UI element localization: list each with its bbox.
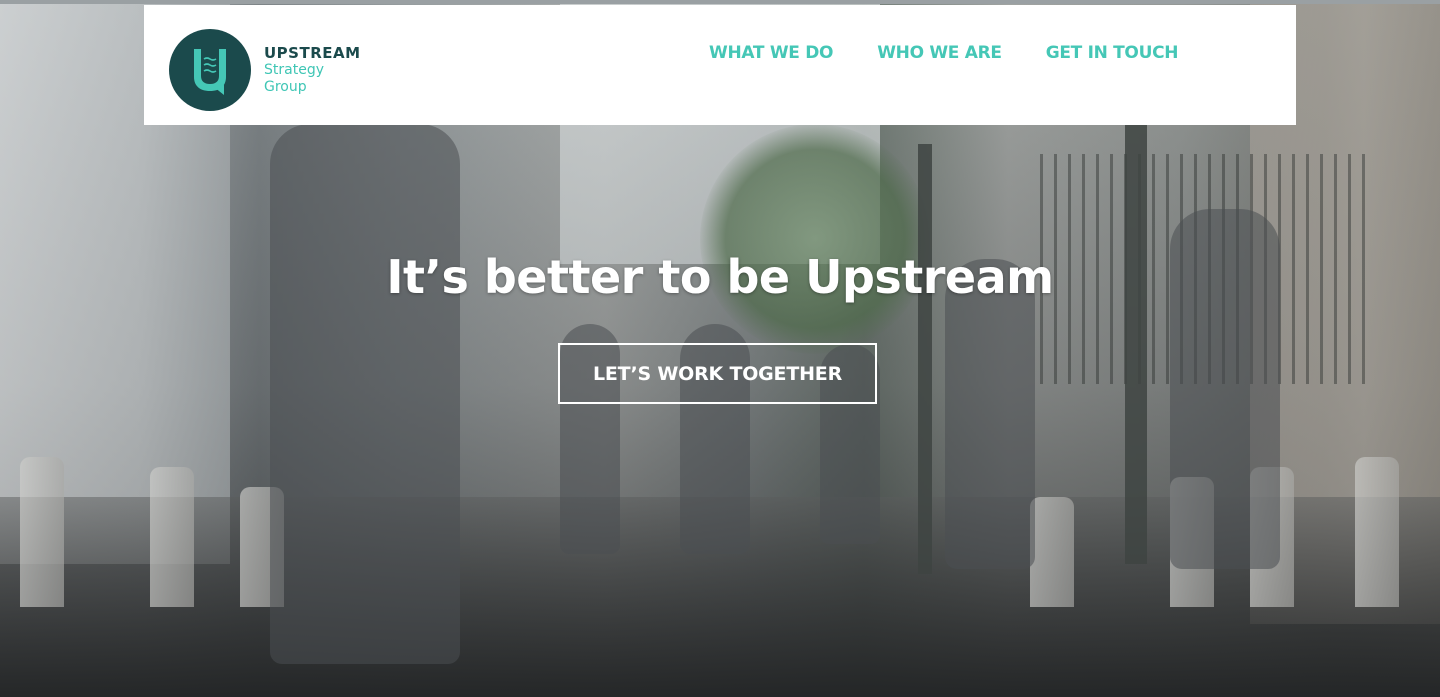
hero-photo-bollard — [20, 457, 64, 607]
work-together-button[interactable]: LET’S WORK TOGETHER — [558, 343, 877, 404]
hero-photo-person — [945, 259, 1035, 569]
hero-photo-bollard — [1030, 497, 1074, 607]
brand-wordmark[interactable]: UPSTREAM Strategy Group — [264, 45, 361, 96]
upstream-logo-icon[interactable] — [169, 29, 251, 111]
nav-link-get-in-touch[interactable]: GET IN TOUCH — [1046, 43, 1179, 63]
site-header: UPSTREAM Strategy Group WHAT WE DO WHO W… — [144, 5, 1296, 125]
hero-photo-bollard — [1355, 457, 1399, 607]
main-nav: WHAT WE DO WHO WE ARE GET IN TOUCH — [709, 43, 1179, 63]
hero-photo-lamp-post — [918, 144, 932, 574]
hero-photo-tree — [700, 124, 930, 354]
hero-photo-person — [270, 124, 460, 664]
nav-link-what-we-do[interactable]: WHAT WE DO — [709, 43, 833, 63]
nav-link-who-we-are[interactable]: WHO WE ARE — [877, 43, 1002, 63]
brand-name-line3: Group — [264, 79, 307, 95]
brand-name-line2: Strategy — [264, 62, 324, 78]
brand-name-line1: UPSTREAM — [264, 44, 361, 62]
hero-headline: It’s better to be Upstream — [386, 250, 1054, 304]
hero-photo-lamp-post — [1125, 64, 1147, 564]
hero-photo-bollard — [150, 467, 194, 607]
